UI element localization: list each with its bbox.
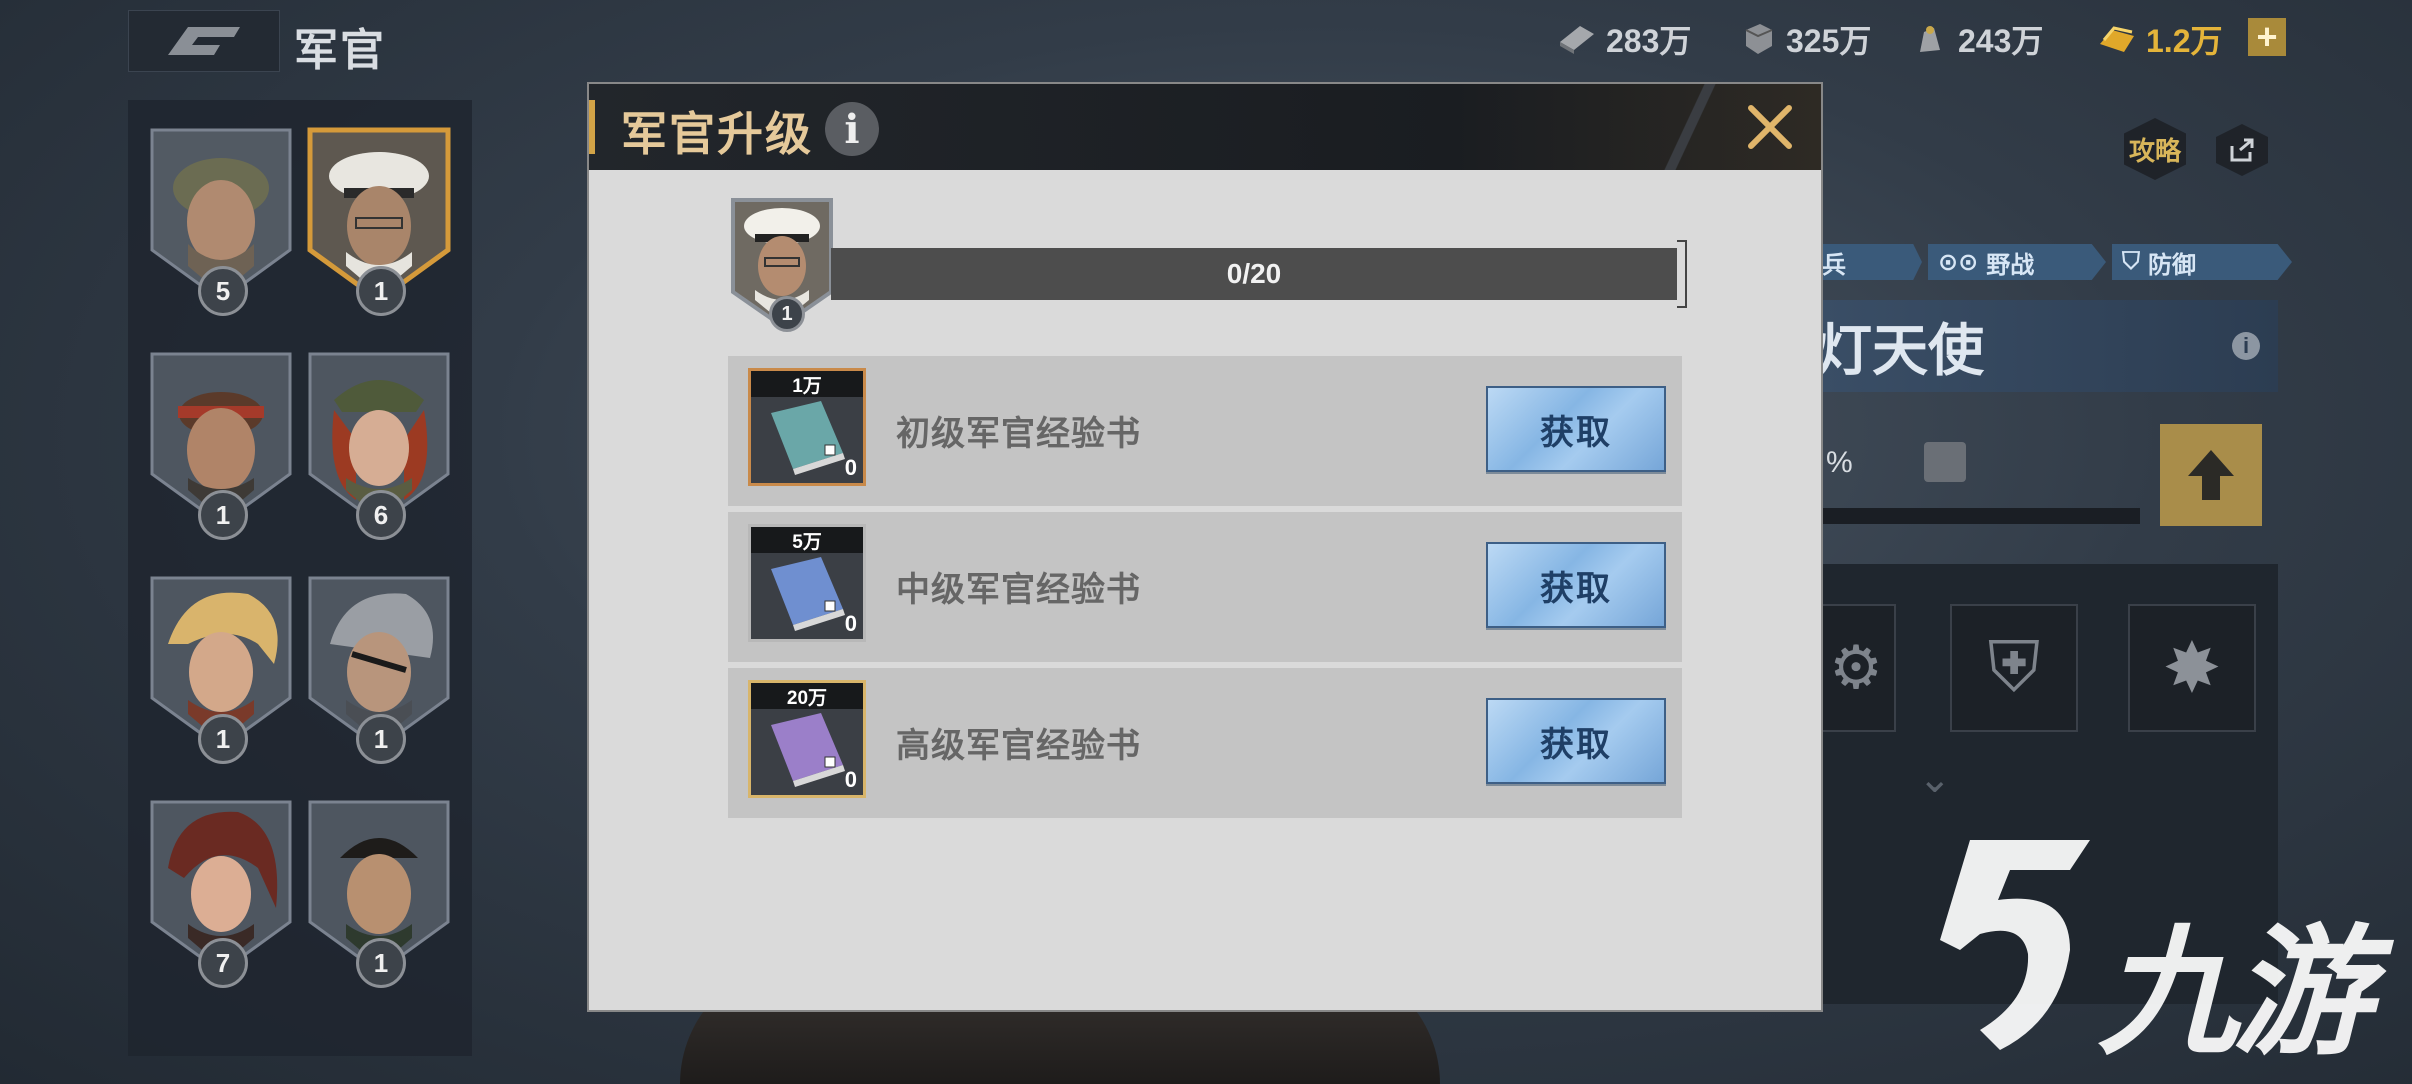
item-name: 中级军官经验书: [896, 571, 1141, 609]
officer-card[interactable]: 1: [306, 574, 452, 764]
oil-icon: [1920, 26, 1940, 52]
resource-value: 283万: [1606, 23, 1692, 59]
upgrade-button[interactable]: [2160, 424, 2262, 526]
item-name: 初级军官经验书: [896, 415, 1141, 453]
get-button[interactable]: 获取: [1486, 698, 1666, 784]
trait-tag: 兵: [1812, 244, 1922, 280]
share-button[interactable]: [2216, 124, 2268, 176]
officer-level-badge: 1: [769, 296, 805, 332]
resource-value: 243万: [1958, 23, 2044, 59]
skill-slot[interactable]: ⛨: [1950, 604, 2078, 732]
info-icon[interactable]: i: [2232, 332, 2260, 360]
trait-tag: ⊙⊙ 野战: [1928, 244, 2106, 280]
skill-icon: ⛨: [1987, 628, 2041, 706]
resource-value: 325万: [1786, 23, 1872, 59]
item-row-advanced-exp-book: 20万 0 高级军官经验书 获取: [728, 668, 1682, 818]
level-badge: 1: [356, 938, 406, 988]
stat-percent: %: [1826, 446, 1853, 479]
top-bar: 军官 283万 325万 243万 1.2万 +: [0, 0, 2412, 80]
shield-icon: ⛉: [2122, 248, 2140, 275]
resource-oil[interactable]: 243万: [1910, 14, 2043, 64]
item-icon: 1万 0: [748, 368, 866, 486]
officer-card-selected[interactable]: 1: [306, 126, 452, 316]
tag-label: 野战: [1986, 251, 2035, 279]
level-badge: 7: [198, 938, 248, 988]
binoculars-icon: ⊙⊙: [1938, 248, 1979, 276]
arrow-up-icon: [2188, 450, 2234, 500]
level-badge: 1: [356, 714, 406, 764]
item-row-basic-exp-book: 1万 0 初级军官经验书 获取: [728, 356, 1682, 506]
exp-progress-bar: 0/20: [831, 248, 1677, 300]
item-icon: 20万 0: [748, 680, 866, 798]
item-count: 0: [844, 767, 857, 792]
back-arrow-icon: [168, 27, 240, 55]
item-icon: 5万 0: [748, 524, 866, 642]
resource-supplies[interactable]: 283万: [1558, 14, 1691, 64]
exp-progress-text: 0/20: [1226, 258, 1282, 289]
guide-button[interactable]: 攻略: [2124, 118, 2186, 180]
level-badge: 1: [198, 490, 248, 540]
skill-slot[interactable]: ✸: [2128, 604, 2256, 732]
back-button[interactable]: [128, 10, 280, 72]
item-row-intermediate-exp-book: 5万 0 中级军官经验书 获取: [728, 512, 1682, 662]
get-button[interactable]: 获取: [1486, 386, 1666, 472]
add-gold-button[interactable]: +: [2248, 18, 2286, 56]
dialog-title: 军官升级: [621, 108, 813, 160]
item-name: 高级军官经验书: [896, 727, 1141, 765]
page-title: 军官: [294, 26, 386, 75]
skill-icon: ⚙: [1829, 634, 1883, 701]
skill-slot[interactable]: ⚙: [1816, 604, 1896, 732]
close-icon[interactable]: [1739, 96, 1801, 158]
officer-card[interactable]: 6: [306, 350, 452, 540]
item-count: 0: [844, 455, 857, 480]
officer-name-bar: 灯天使 i: [1816, 300, 2278, 392]
header-accent: [589, 100, 595, 154]
resource-gold[interactable]: 1.2万: [2098, 14, 2223, 64]
officer-card[interactable]: 1: [148, 350, 294, 540]
stat-bar: [1816, 508, 2140, 524]
level-badge: 5: [198, 266, 248, 316]
gold-bars-icon: [2100, 26, 2134, 52]
share-icon: [2230, 138, 2254, 162]
supply-crate-icon: [1560, 26, 1594, 54]
level-badge: 1: [198, 714, 248, 764]
officer-card[interactable]: 1: [306, 798, 452, 988]
officer-card[interactable]: 1: [148, 574, 294, 764]
tag-label: 兵: [1822, 251, 1846, 279]
tag-label: 防御: [2148, 251, 2196, 279]
resource-value: 1.2万: [2146, 23, 2223, 59]
trait-tag: ⛉ 防御: [2112, 244, 2292, 280]
officer-card[interactable]: 7: [148, 798, 294, 988]
dialog-header: 军官升级 i: [589, 84, 1821, 170]
watermark-text: 九游: [2098, 914, 2372, 1071]
level-badge: 6: [356, 490, 406, 540]
progress-end-cap: [1677, 240, 1687, 308]
chevron-down-icon: ⌄: [1918, 757, 1952, 801]
info-button[interactable]: i: [825, 102, 879, 156]
get-button[interactable]: 获取: [1486, 542, 1666, 628]
header-decoration: [1659, 84, 1719, 170]
officer-card[interactable]: 5: [148, 126, 294, 316]
officer-list[interactable]: 5 1 1 6 1 1 7 1: [128, 100, 472, 1056]
resource-steel[interactable]: 325万: [1738, 14, 1871, 64]
officer-upgrade-dialog: 军官升级 i 1 0/20 1万 0 初级军官经验书 获取 5万 0 中级军官经…: [589, 84, 1821, 1010]
level-badge: 1: [356, 266, 406, 316]
cube-icon: [1924, 442, 1966, 482]
item-count: 0: [844, 611, 857, 636]
steel-icon: [1745, 24, 1773, 54]
officer-name: 灯天使: [1816, 318, 1984, 382]
skill-icon: ✸: [2162, 629, 2222, 707]
